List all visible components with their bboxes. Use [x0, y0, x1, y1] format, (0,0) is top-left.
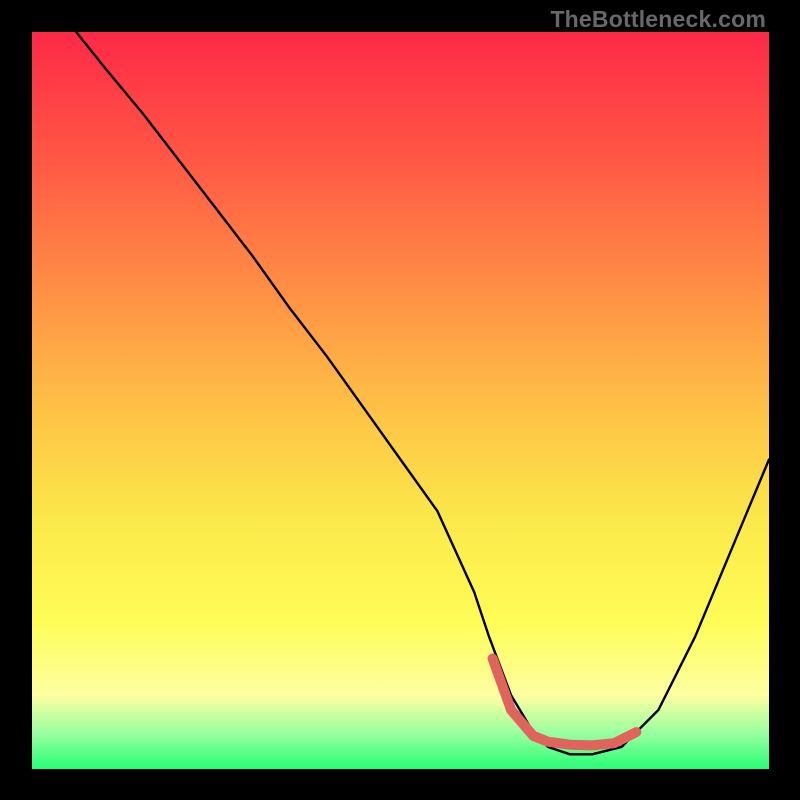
chart-frame: TheBottleneck.com: [0, 0, 800, 800]
watermark-text: TheBottleneck.com: [550, 6, 766, 33]
chart-svg: [32, 32, 769, 769]
plot-area: [32, 32, 769, 769]
main-curve: [76, 32, 769, 754]
